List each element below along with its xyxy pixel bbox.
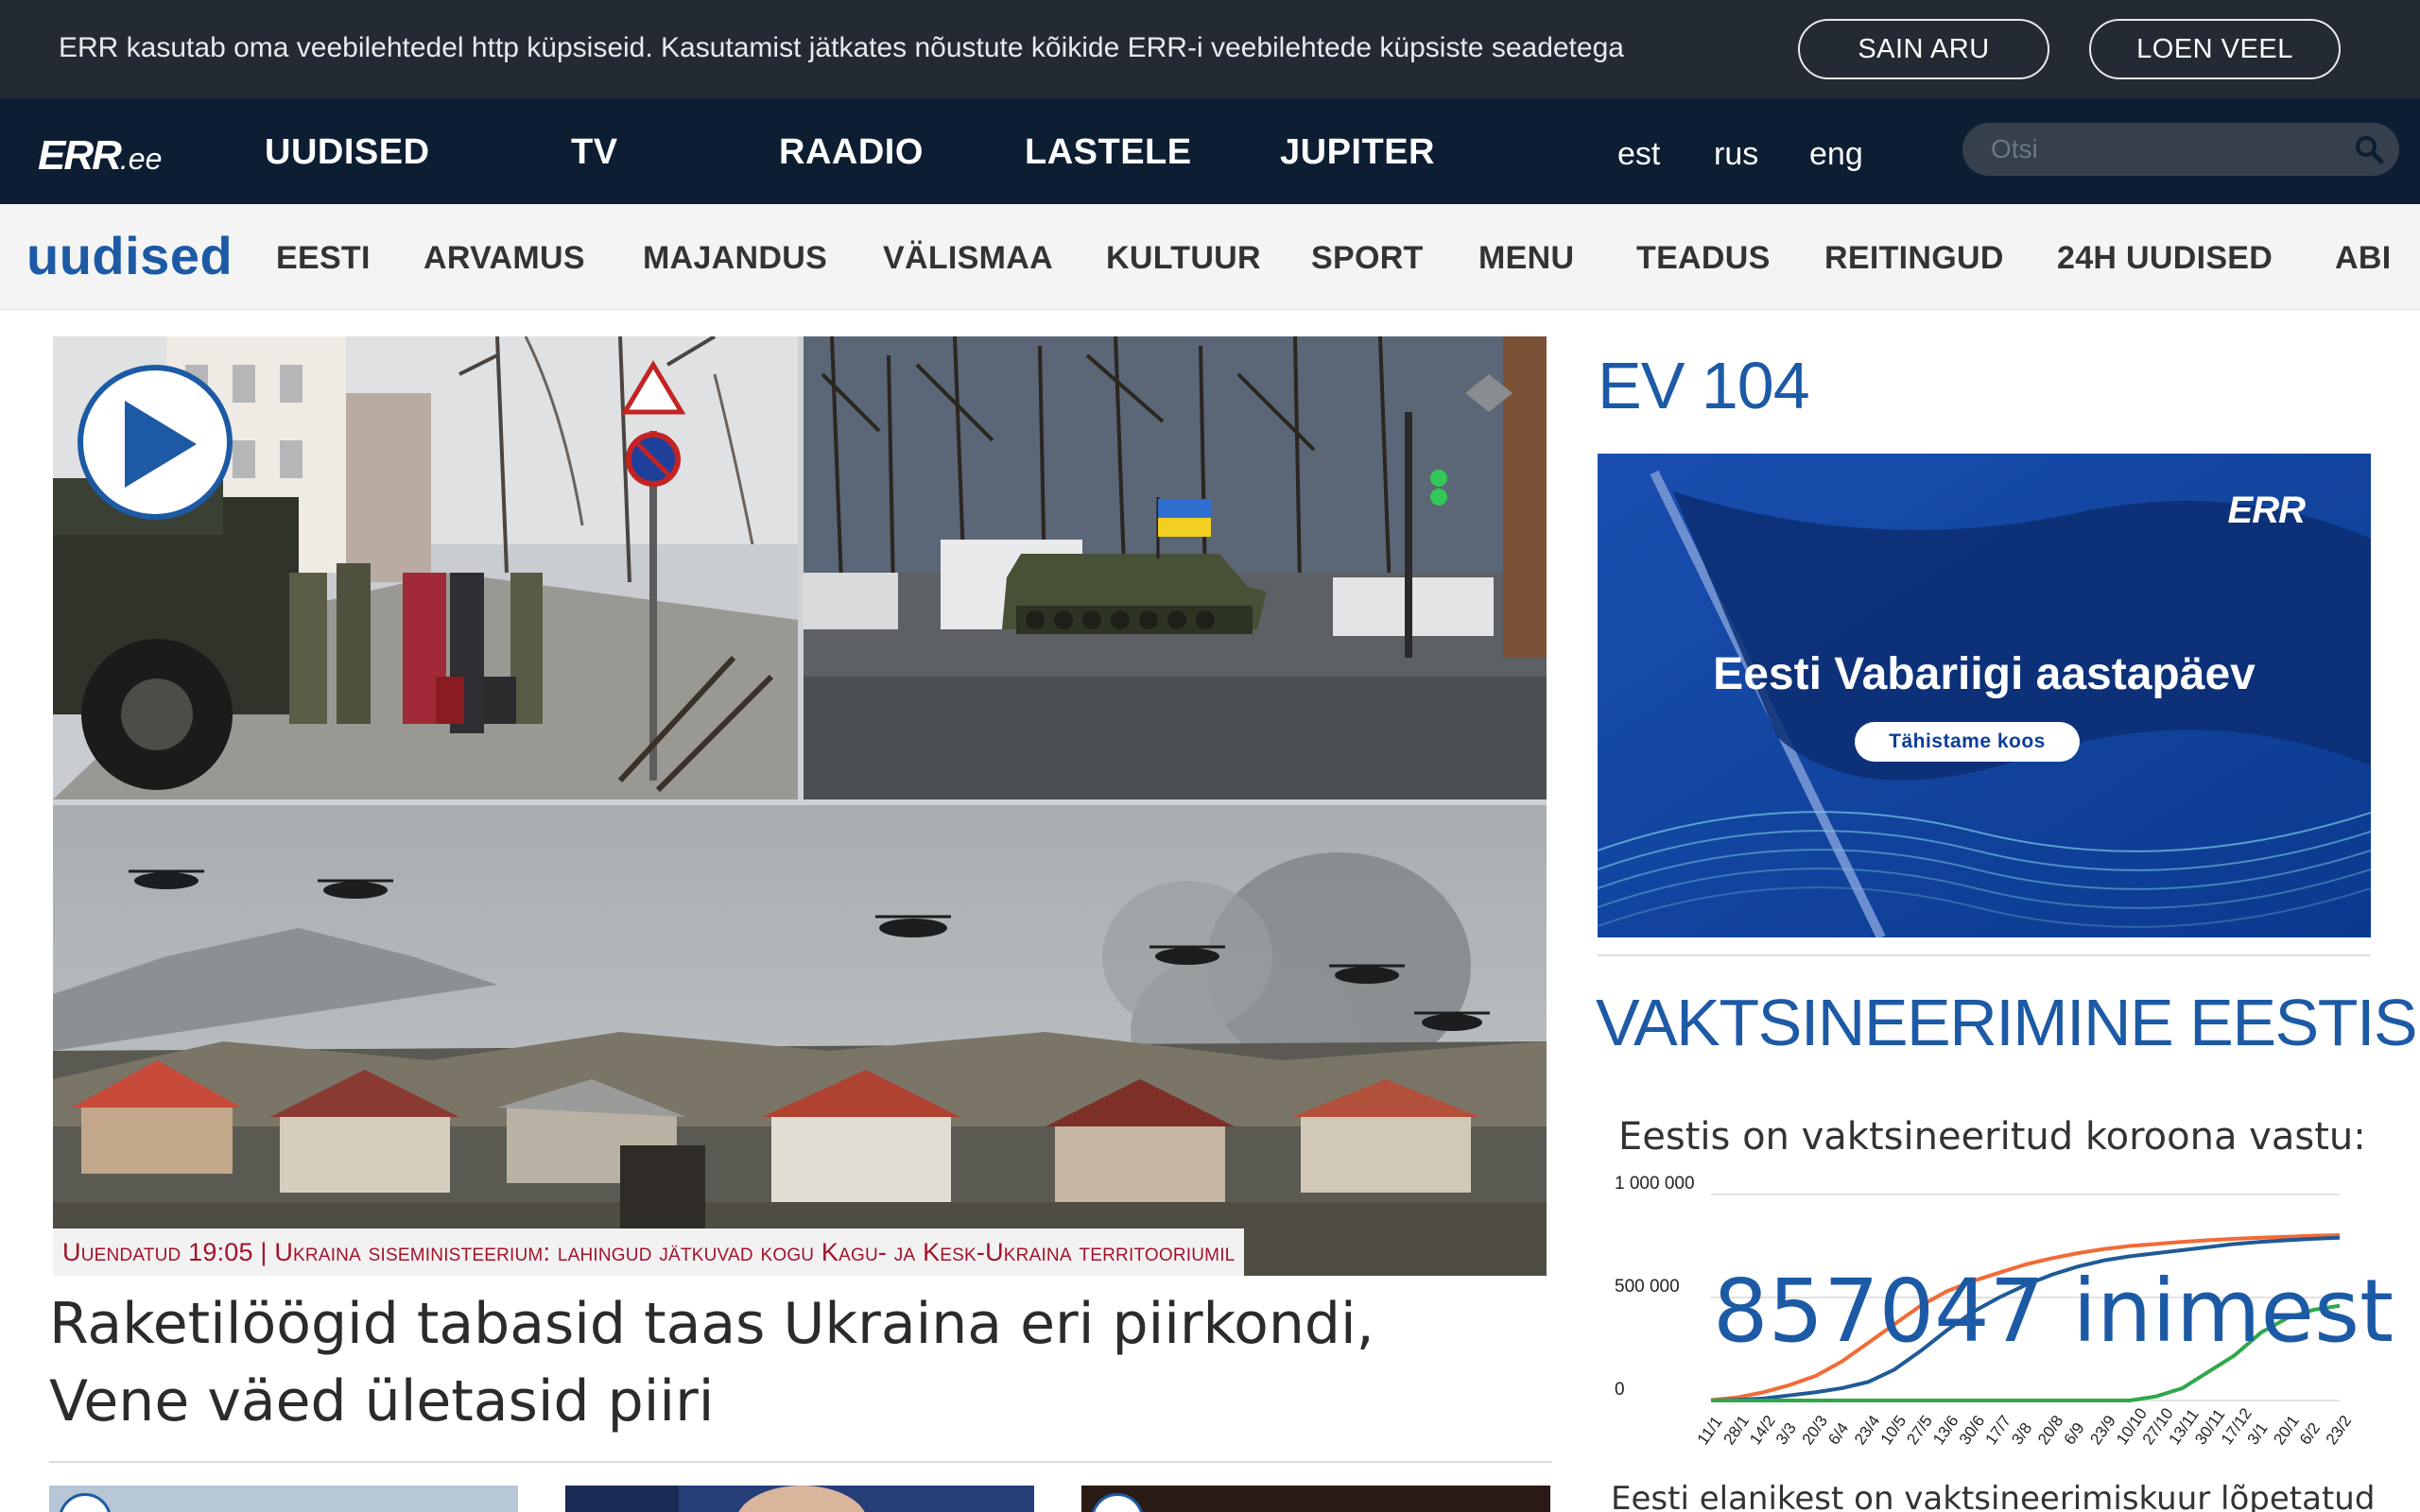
chart-x-tick-label: 20/3 bbox=[1799, 1412, 1832, 1448]
vaccination-footer-text: Eesti elanikest on vaktsineerimiskuur lõ… bbox=[1611, 1480, 2376, 1512]
main-story-image[interactable] bbox=[53, 336, 1547, 1276]
chart-y-tick-label: 0 bbox=[1615, 1380, 1625, 1400]
chart-x-tick-label: 27/5 bbox=[1903, 1412, 1936, 1448]
cookie-text: ERR kasutab oma veebilehtedel http küpsi… bbox=[59, 32, 1624, 63]
subnav-24h-uudised[interactable]: 24H UUDISED bbox=[2057, 240, 2273, 277]
play-icon bbox=[1091, 1493, 1144, 1512]
banner-title: Eesti Vabariigi aastapäev bbox=[1713, 649, 2256, 699]
cookie-read-more-button[interactable]: LOEN VEEL bbox=[2089, 19, 2341, 79]
vaccination-title[interactable]: VAKTSINEERIMINE EESTIS bbox=[1596, 985, 2418, 1060]
chart-x-tick-label: 30/6 bbox=[1956, 1412, 1989, 1448]
subnav-sport[interactable]: SPORT bbox=[1311, 240, 1424, 277]
thumbnail-image bbox=[565, 1486, 865, 1512]
nav-lastele[interactable]: LASTELE bbox=[1025, 132, 1192, 173]
section-navigation: uudised EESTI ARVAMUS MAJANDUS VÄLISMAA … bbox=[0, 204, 2420, 310]
chart-x-tick-label: 28/1 bbox=[1720, 1412, 1753, 1448]
vaccination-number: 857047 bbox=[1713, 1261, 2046, 1362]
cookie-accept-button[interactable]: SAIN ARU bbox=[1798, 19, 2049, 79]
subnav-menu[interactable]: MENU bbox=[1478, 240, 1574, 277]
vaccination-subtitle: Eestis on vaktsineeritud koroona vastu: bbox=[1618, 1115, 2366, 1159]
chart-x-tick-label: 23/9 bbox=[2086, 1412, 2119, 1448]
nav-uudised[interactable]: UUDISED bbox=[265, 132, 430, 173]
subnav-valismaa[interactable]: VÄLISMAA bbox=[883, 240, 1053, 277]
play-icon bbox=[59, 1493, 112, 1512]
story-update-caption[interactable]: Uuendatud 19:05 | Ukraina siseministeeri… bbox=[53, 1228, 1245, 1276]
banner-err-logo: ERR bbox=[2227, 490, 2306, 531]
search-icon[interactable] bbox=[2352, 132, 2386, 166]
caption-text: Uuendatud 19:05 | Ukraina siseministeeri… bbox=[62, 1237, 1236, 1266]
subnav-majandus[interactable]: MAJANDUS bbox=[643, 240, 827, 277]
banner-cta-button[interactable]: Tähistame koos bbox=[1855, 722, 2080, 762]
subnav-arvamus[interactable]: ARVAMUS bbox=[424, 240, 585, 277]
story-thumbnail[interactable] bbox=[565, 1486, 1034, 1512]
chart-x-tick-label: 13/6 bbox=[1929, 1412, 1962, 1448]
nav-jupiter[interactable]: JUPITER bbox=[1280, 132, 1435, 173]
section-title[interactable]: uudised bbox=[26, 225, 233, 286]
search-box bbox=[1962, 123, 2399, 176]
vaccination-count: 857047 inimest bbox=[1713, 1261, 2394, 1362]
story-thumbnail[interactable] bbox=[1081, 1486, 1550, 1512]
err-logo[interactable]: ERR.ee bbox=[38, 132, 162, 180]
lang-eng[interactable]: eng bbox=[1809, 136, 1863, 173]
chart-x-tick-label: 20/1 bbox=[2270, 1412, 2303, 1448]
chart-x-tick-label: 20/8 bbox=[2034, 1412, 2067, 1448]
subnav-eesti[interactable]: EESTI bbox=[276, 240, 371, 277]
chart-x-tick-label: 23/2 bbox=[2323, 1412, 2356, 1448]
lang-est[interactable]: est bbox=[1617, 136, 1660, 173]
photo-tank-flag bbox=[804, 336, 1547, 799]
logo-text: ERR bbox=[38, 132, 122, 179]
logo-suffix: .ee bbox=[119, 142, 163, 176]
lang-rus[interactable]: rus bbox=[1714, 136, 1758, 173]
subnav-teadus[interactable]: TEADUS bbox=[1636, 240, 1771, 277]
chart-x-tick-label: 10/5 bbox=[1877, 1412, 1910, 1448]
play-icon bbox=[125, 401, 197, 488]
chart-y-tick-label: 1 000 000 bbox=[1615, 1174, 1695, 1194]
chart-x-tick-label: 14/2 bbox=[1746, 1412, 1779, 1448]
divider bbox=[1598, 954, 2371, 956]
ev104-title[interactable]: EV 104 bbox=[1598, 348, 1810, 423]
main-story-headline[interactable]: Raketilöögid tabasid taas Ukraina eri pi… bbox=[49, 1285, 1524, 1440]
subnav-abi[interactable]: ABI bbox=[2335, 240, 2391, 277]
subnav-reitingud[interactable]: REITINGUD bbox=[1824, 240, 2004, 277]
independence-day-banner[interactable]: ERR Eesti Vabariigi aastapäev Tähistame … bbox=[1598, 454, 2371, 937]
main-navigation: ERR.ee UUDISED TV RAADIO LASTELE JUPITER… bbox=[0, 98, 2420, 204]
chart-x-tick-label: 11/1 bbox=[1694, 1413, 1726, 1448]
nav-tv[interactable]: TV bbox=[571, 132, 618, 173]
chart-y-tick-label: 500 000 bbox=[1615, 1277, 1680, 1297]
vaccination-unit: inimest bbox=[2072, 1261, 2394, 1362]
chart-x-tick-label: 23/4 bbox=[1851, 1412, 1884, 1448]
chart-x-tick-label: 17/7 bbox=[1982, 1412, 2015, 1448]
divider bbox=[49, 1461, 1552, 1463]
photo-helicopters bbox=[53, 805, 1547, 1276]
cookie-banner: ERR kasutab oma veebilehtedel http küpsi… bbox=[0, 0, 2420, 98]
video-play-button[interactable] bbox=[78, 365, 233, 520]
nav-raadio[interactable]: RAADIO bbox=[779, 132, 924, 173]
search-input[interactable] bbox=[1991, 130, 2331, 168]
subnav-kultuur[interactable]: KULTUUR bbox=[1106, 240, 1261, 277]
story-thumbnail[interactable] bbox=[49, 1486, 518, 1512]
